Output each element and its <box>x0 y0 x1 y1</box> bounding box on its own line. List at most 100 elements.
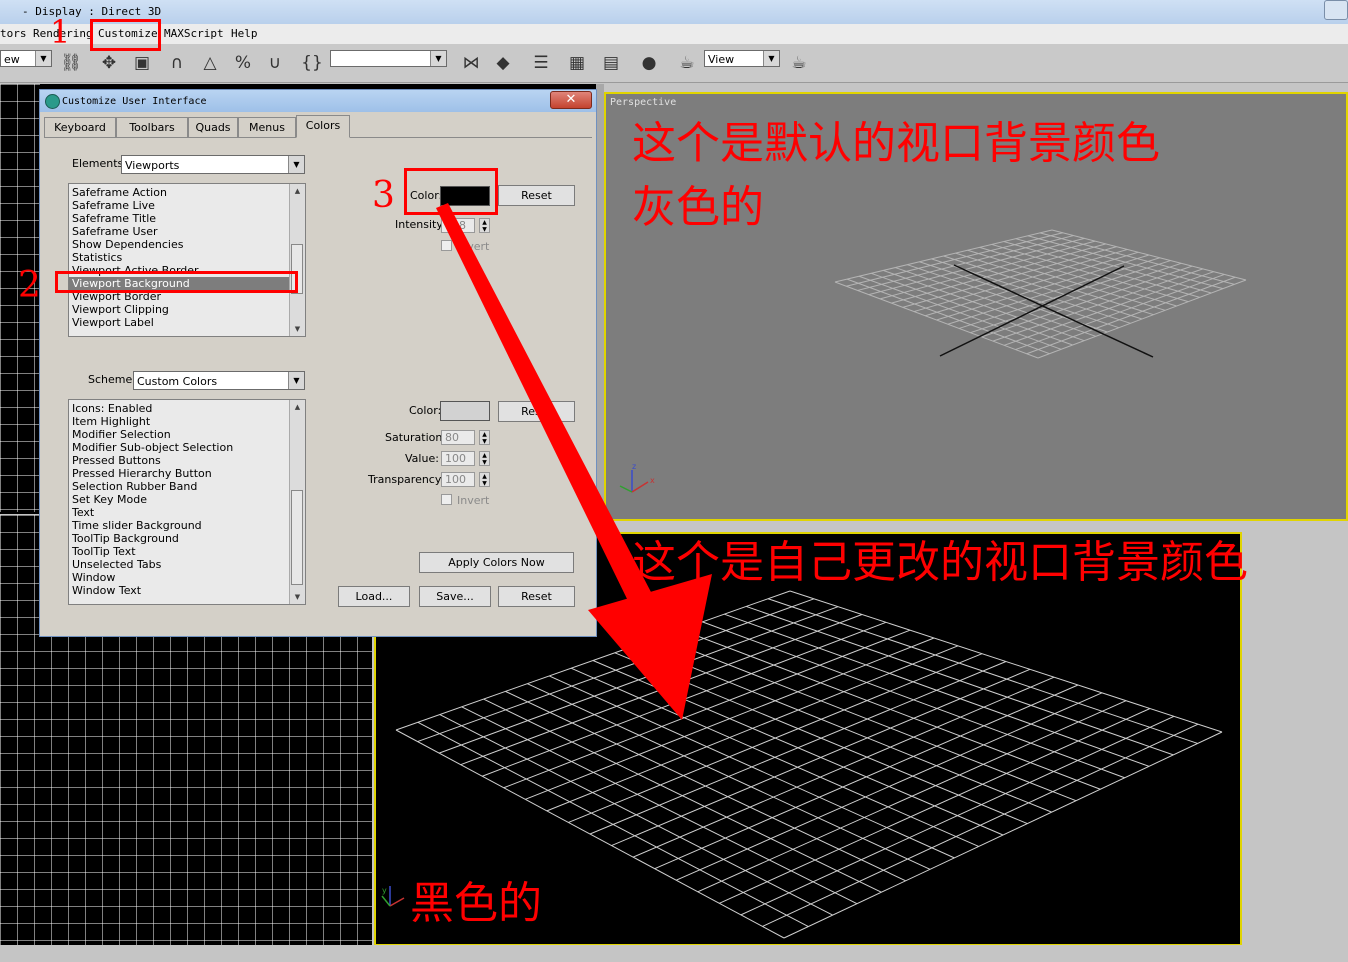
scroll-up-icon[interactable]: ▲ <box>290 401 305 413</box>
bind-icon[interactable]: ⛓ <box>60 52 82 74</box>
saturation-spinner[interactable]: ▲ ▼ <box>479 430 490 445</box>
scrollbar-thumb[interactable] <box>291 490 303 585</box>
material-editor-icon[interactable]: ● <box>638 52 660 74</box>
elements-list[interactable]: Safeframe Action Safeframe Live Safefram… <box>68 183 306 337</box>
list-item[interactable]: Safeframe Live <box>69 199 305 212</box>
grid-line <box>461 706 858 905</box>
list-item[interactable]: Time slider Background <box>69 519 305 532</box>
value-field[interactable]: 100 <box>441 451 475 466</box>
scroll-up-icon[interactable]: ▲ <box>290 185 305 197</box>
scheme-list-scrollbar[interactable]: ▲ ▼ <box>289 400 305 604</box>
list-item[interactable]: Icons: Enabled <box>69 402 305 415</box>
align-icon[interactable]: ◆ <box>492 52 514 74</box>
list-item[interactable]: Modifier Sub-object Selection <box>69 441 305 454</box>
window-title-bar: - Display : Direct 3D <box>0 0 1348 24</box>
saturation-field[interactable]: 80 <box>441 430 475 445</box>
window-title: - Display : Direct 3D <box>22 5 162 18</box>
schematic-view-icon[interactable]: ▤ <box>600 52 622 74</box>
list-item[interactable]: Window <box>69 571 305 584</box>
scheme-color-label: Color: <box>409 404 442 417</box>
step-number-2: 2 <box>18 265 41 306</box>
list-item[interactable]: Window Text <box>69 584 305 597</box>
scheme-invert-checkbox[interactable] <box>441 494 452 505</box>
list-item[interactable]: Viewport Clipping <box>69 303 305 316</box>
named-selection-combo[interactable]: ▼ <box>330 50 447 67</box>
snap-3d-icon[interactable]: ∩ <box>166 52 188 74</box>
scroll-down-icon[interactable]: ▼ <box>290 591 305 603</box>
mirror-icon[interactable]: ⋈ <box>460 52 482 74</box>
list-item[interactable]: Safeframe User <box>69 225 305 238</box>
list-item[interactable]: Pressed Buttons <box>69 454 305 467</box>
chevron-down-icon: ▼ <box>35 51 51 66</box>
transparency-spinner[interactable]: ▲ ▼ <box>479 472 490 487</box>
list-item[interactable]: ToolTip Text <box>69 545 305 558</box>
list-item[interactable]: Modifier Selection <box>69 428 305 441</box>
transparency-field[interactable]: 100 <box>441 472 475 487</box>
scheme-color-swatch[interactable] <box>440 401 490 421</box>
saturation-label: Saturation: <box>385 431 447 444</box>
value-spinner[interactable]: ▲ ▼ <box>479 451 490 466</box>
scheme-select[interactable]: Custom Colors ▼ <box>133 371 305 390</box>
tab-keyboard[interactable]: Keyboard <box>44 117 116 137</box>
list-item[interactable]: ToolTip Background <box>69 532 305 545</box>
render-view-combo[interactable]: View ▼ <box>704 50 780 67</box>
intensity-spinner[interactable]: ▲ ▼ <box>479 218 490 233</box>
list-item[interactable]: Selection Rubber Band <box>69 480 305 493</box>
box-icon[interactable]: ▣ <box>131 52 153 74</box>
list-item[interactable]: Safeframe Title <box>69 212 305 225</box>
elements-label: Elements: <box>72 157 127 170</box>
dialog-title-bar[interactable]: Customize User Interface ✕ <box>40 90 596 112</box>
list-item[interactable]: Set Key Mode <box>69 493 305 506</box>
list-item[interactable]: Statistics <box>69 251 305 264</box>
quick-render-icon[interactable]: ☕ <box>788 52 810 74</box>
list-item[interactable]: Viewport Label <box>69 316 305 329</box>
list-item[interactable]: Unselected Tabs <box>69 558 305 571</box>
save-button[interactable]: Save... <box>419 586 491 607</box>
elements-list-scrollbar[interactable]: ▲ ▼ <box>289 184 305 336</box>
angle-snap-icon[interactable]: △ <box>199 52 221 74</box>
load-button[interactable]: Load... <box>338 586 410 607</box>
window-control-button[interactable] <box>1324 0 1348 20</box>
reset-button[interactable]: Reset <box>498 185 575 206</box>
grid-line <box>549 675 955 859</box>
grid-line <box>527 683 931 870</box>
list-item[interactable]: Pressed Hierarchy Button <box>69 467 305 480</box>
scheme-select-value: Custom Colors <box>137 375 218 388</box>
scheme-list[interactable]: Icons: Enabled Item Highlight Modifier S… <box>68 399 306 605</box>
note-default-background: 这个是默认的视口背景颜色 <box>632 118 1160 169</box>
spinner-snap-icon[interactable]: ∪ <box>264 52 286 74</box>
scroll-down-icon[interactable]: ▼ <box>290 323 305 335</box>
tab-colors[interactable]: Colors <box>296 115 350 138</box>
tab-toolbars[interactable]: Toolbars <box>116 117 188 137</box>
layers-icon[interactable]: ☰ <box>530 52 552 74</box>
bottom-reset-button[interactable]: Reset <box>498 586 575 607</box>
view-left-combo[interactable]: ew ▼ <box>0 50 52 67</box>
command-panel-area <box>1242 532 1348 946</box>
menu-item-tors[interactable]: tors <box>0 27 27 40</box>
tab-quads[interactable]: Quads <box>188 117 238 137</box>
tab-menus[interactable]: Menus <box>238 117 296 137</box>
elements-select[interactable]: Viewports ▼ <box>121 155 305 174</box>
menu-item-maxscript[interactable]: MAXScript <box>164 27 224 40</box>
list-item[interactable]: Show Dependencies <box>69 238 305 251</box>
list-item[interactable]: Text <box>69 506 305 519</box>
chevron-down-icon: ▼ <box>430 51 446 66</box>
grid-line <box>483 698 882 893</box>
grid-line <box>719 708 1151 904</box>
viewport-divider[interactable] <box>596 84 604 522</box>
render-setup-icon[interactable]: ☕ <box>676 52 698 74</box>
menu-item-help[interactable]: Help <box>231 27 258 40</box>
scheme-reset-button[interactable]: Reset <box>498 401 575 422</box>
track-view-icon[interactable]: ▦ <box>566 52 588 74</box>
intensity-field[interactable]: 158 <box>441 218 475 233</box>
list-item[interactable]: Item Highlight <box>69 415 305 428</box>
highlight-color-swatch <box>404 168 498 215</box>
percent-snap-icon[interactable]: % <box>232 52 254 74</box>
invert-checkbox[interactable] <box>441 240 452 251</box>
named-selection-icon[interactable]: {} <box>301 52 323 74</box>
apply-colors-button[interactable]: Apply Colors Now <box>419 552 574 573</box>
close-button[interactable]: ✕ <box>550 91 592 109</box>
list-item[interactable]: Safeframe Action <box>69 186 305 199</box>
step-number-3: 3 <box>372 175 395 216</box>
move-icon[interactable]: ✥ <box>98 52 120 74</box>
